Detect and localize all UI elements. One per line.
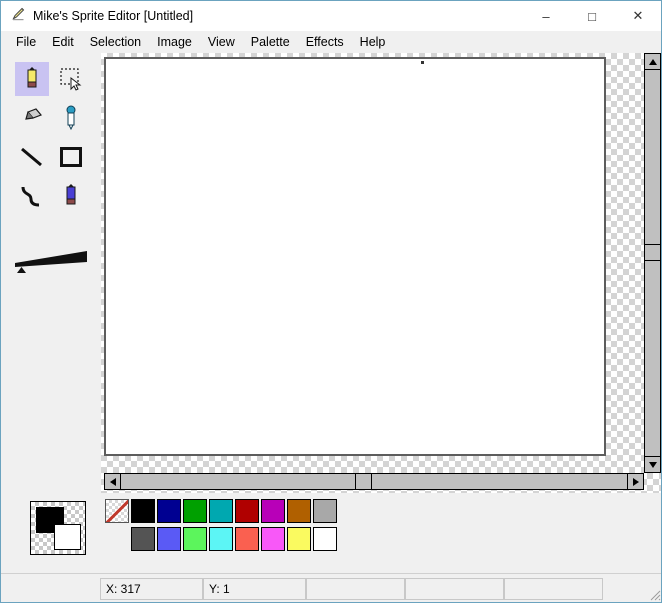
swatch-gray[interactable] xyxy=(313,499,337,523)
status-cell-4 xyxy=(405,578,504,600)
marker-tool-icon xyxy=(61,183,81,209)
window-title: Mike's Sprite Editor [Untitled] xyxy=(33,9,194,23)
menu-bar: File Edit Selection Image View Palette E… xyxy=(1,31,661,53)
swatch-transparent[interactable] xyxy=(105,499,129,523)
tool-curve[interactable] xyxy=(15,179,49,213)
menu-item-view[interactable]: View xyxy=(200,33,243,51)
tool-palette xyxy=(1,53,101,493)
vertical-scrollbar[interactable] xyxy=(644,53,661,473)
swatch-pink[interactable] xyxy=(261,527,285,551)
eyedropper-tool-icon xyxy=(61,105,81,131)
menu-item-image[interactable]: Image xyxy=(149,33,200,51)
title-bar: Mike's Sprite Editor [Untitled] – □ ✕ xyxy=(1,1,661,31)
close-button[interactable]: ✕ xyxy=(615,1,661,31)
work-area xyxy=(1,53,661,540)
cursor-marker xyxy=(421,61,424,64)
status-bar: X: 317 Y: 1 xyxy=(1,573,661,602)
swatch-green[interactable] xyxy=(183,499,207,523)
tool-rectangle[interactable] xyxy=(54,140,88,174)
foreground-background-selector[interactable] xyxy=(30,501,86,555)
swatch-black[interactable] xyxy=(131,499,155,523)
pencil-tool-icon xyxy=(21,66,43,92)
line-tool-icon xyxy=(19,145,45,169)
tool-picker[interactable] xyxy=(54,101,88,135)
resize-grip[interactable] xyxy=(647,587,661,601)
select-marquee-icon xyxy=(58,66,84,92)
status-x-coordinate: X: 317 xyxy=(100,578,203,600)
arrow-left-icon xyxy=(109,477,116,486)
swatch-dark-red[interactable] xyxy=(235,499,259,523)
horizontal-scrollbar[interactable] xyxy=(104,473,644,490)
canvas-pane xyxy=(101,53,661,493)
color-bar: 下载吧 www.xiazaiba.com xyxy=(1,493,661,571)
menu-item-selection[interactable]: Selection xyxy=(82,33,149,51)
palette-row-1 xyxy=(105,499,339,527)
status-cell-5 xyxy=(504,578,603,600)
menu-item-edit[interactable]: Edit xyxy=(44,33,82,51)
scroll-left-button[interactable] xyxy=(104,473,121,490)
background-color-swatch[interactable] xyxy=(54,524,81,550)
menu-item-palette[interactable]: Palette xyxy=(243,33,298,51)
swatch-light-green[interactable] xyxy=(183,527,207,551)
window-controls: – □ ✕ xyxy=(523,1,661,31)
status-cell-3 xyxy=(306,578,405,600)
tool-eraser[interactable] xyxy=(15,101,49,135)
swatch-magenta[interactable] xyxy=(261,499,285,523)
arrow-down-icon xyxy=(648,461,657,468)
swatch-salmon[interactable] xyxy=(235,527,259,551)
swatch-white[interactable] xyxy=(313,527,337,551)
swatch-blue-violet[interactable] xyxy=(157,527,181,551)
menu-item-file[interactable]: File xyxy=(8,33,44,51)
tool-select[interactable] xyxy=(54,62,88,96)
tool-line[interactable] xyxy=(15,140,49,174)
color-palette xyxy=(105,499,339,555)
menu-item-effects[interactable]: Effects xyxy=(298,33,352,51)
brush-size-wedge[interactable] xyxy=(13,245,91,275)
curve-tool-icon xyxy=(19,183,45,209)
arrow-up-icon xyxy=(648,58,657,65)
scroll-up-button[interactable] xyxy=(644,53,661,70)
swatch-cyan[interactable] xyxy=(209,527,233,551)
vertical-scroll-thumb[interactable] xyxy=(644,244,661,261)
swatch-dark-gray[interactable] xyxy=(131,527,155,551)
palette-row-2 xyxy=(131,527,339,555)
swatch-teal[interactable] xyxy=(209,499,233,523)
scroll-right-button[interactable] xyxy=(627,473,644,490)
swatch-navy[interactable] xyxy=(157,499,181,523)
application-window: Mike's Sprite Editor [Untitled] – □ ✕ Fi… xyxy=(0,0,662,603)
minimize-button[interactable]: – xyxy=(523,1,569,31)
status-y-coordinate: Y: 1 xyxy=(203,578,306,600)
swatch-yellow[interactable] xyxy=(287,527,311,551)
menu-item-help[interactable]: Help xyxy=(352,33,394,51)
pencil-icon xyxy=(11,6,26,26)
maximize-button[interactable]: □ xyxy=(569,1,615,31)
tool-marker[interactable] xyxy=(54,179,88,213)
eraser-tool-icon xyxy=(20,106,44,130)
scroll-down-button[interactable] xyxy=(644,456,661,473)
arrow-right-icon xyxy=(632,477,639,486)
tool-pencil[interactable] xyxy=(15,62,49,96)
title-bar-left: Mike's Sprite Editor [Untitled] xyxy=(11,1,193,31)
swatch-brown[interactable] xyxy=(287,499,311,523)
drawing-canvas[interactable] xyxy=(106,59,604,454)
canvas-frame xyxy=(104,57,606,456)
rectangle-tool-icon xyxy=(59,146,83,168)
horizontal-scroll-thumb[interactable] xyxy=(355,473,372,490)
